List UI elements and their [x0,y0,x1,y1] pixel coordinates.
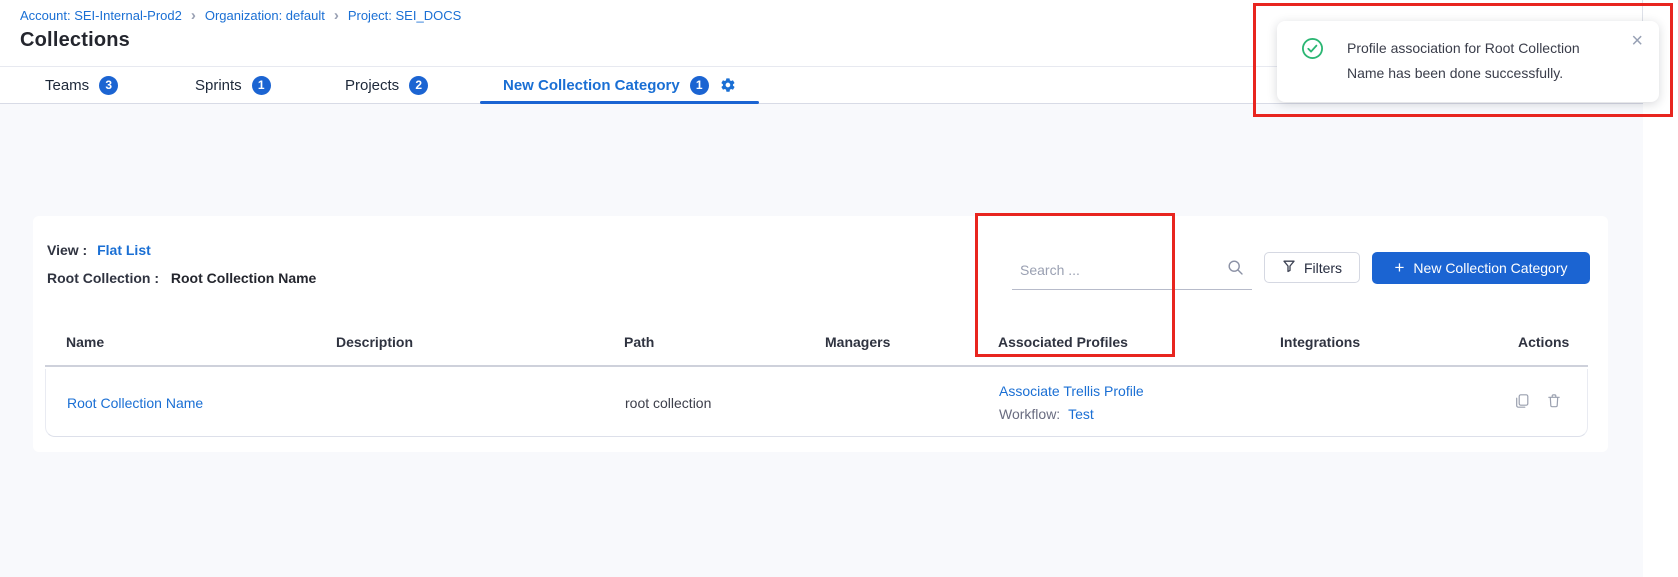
tab-sprints[interactable]: Sprints 1 [195,67,271,103]
close-icon[interactable]: × [1631,30,1643,52]
toast-message-line2: Name has been done successfully. [1347,61,1599,86]
workflow-label: Workflow: [999,406,1060,422]
breadcrumb-organization-link[interactable]: Organization: default [205,8,325,23]
column-header-path: Path [603,334,804,350]
chevron-right-icon: › [334,9,339,22]
funnel-icon [1282,259,1296,276]
cell-description [316,369,604,436]
search-box [1012,256,1252,290]
count-badge: 1 [690,76,709,95]
tab-teams[interactable]: Teams 3 [45,67,118,103]
workflow-line: Workflow: Test [999,406,1094,422]
breadcrumb: Account: SEI-Internal-Prod2 › Organizati… [20,8,461,23]
cell-name: Root Collection Name [46,369,316,436]
collections-panel: View : Flat List Root Collection : Root … [33,216,1608,452]
table-header-row: Name Description Path Managers Associate… [45,319,1588,367]
cell-actions [1498,369,1589,436]
column-header-name: Name [45,334,315,350]
cell-integrations [1260,369,1498,436]
toast-message-line1: Profile association for Root Collection [1347,36,1599,61]
search-input[interactable] [1012,262,1227,284]
filters-label: Filters [1304,260,1342,276]
magnifier-icon [1227,259,1244,281]
root-collection-value: Root Collection Name [171,270,316,286]
gear-icon[interactable] [720,77,736,93]
delete-button[interactable] [1546,393,1562,412]
cell-associated-profiles: Associate Trellis Profile Workflow: Test [978,369,1260,436]
new-collection-category-button[interactable]: + New Collection Category [1372,252,1590,284]
flat-list-link[interactable]: Flat List [97,242,151,258]
column-header-associated-profiles: Associated Profiles [977,334,1259,350]
count-badge: 1 [252,76,271,95]
check-circle-icon [1301,37,1324,65]
root-collection-line: Root Collection : Root Collection Name [47,270,316,286]
chevron-right-icon: › [191,9,196,22]
tab-label: Projects [345,77,399,94]
column-header-managers: Managers [804,334,977,350]
toast-message: Profile association for Root Collection … [1347,36,1599,86]
trash-icon [1546,393,1562,412]
screen: Account: SEI-Internal-Prod2 › Organizati… [0,0,1678,577]
count-badge: 3 [99,76,118,95]
tab-new-collection-category[interactable]: New Collection Category 1 [480,67,759,103]
tab-label: Sprints [195,77,242,94]
tab-label: Teams [45,77,89,94]
copy-icon [1514,393,1530,412]
tab-projects[interactable]: Projects 2 [345,67,428,103]
content-background: View : Flat List Root Collection : Root … [0,104,1643,577]
column-header-actions: Actions [1497,334,1588,350]
tab-label: New Collection Category [503,77,680,94]
table-row: Root Collection Name root collection Ass… [45,369,1588,437]
new-collection-category-label: New Collection Category [1413,260,1567,276]
breadcrumb-project-link[interactable]: Project: SEI_DOCS [348,8,461,23]
root-collection-name-link[interactable]: Root Collection Name [67,395,203,411]
copy-button[interactable] [1514,393,1530,412]
success-toast: Profile association for Root Collection … [1277,21,1659,102]
associate-trellis-profile-link[interactable]: Associate Trellis Profile [999,383,1144,399]
cell-path: root collection [604,369,805,436]
view-label: View : [47,242,87,258]
column-header-integrations: Integrations [1259,334,1497,350]
column-header-description: Description [315,334,603,350]
cell-managers [805,369,978,436]
page-title: Collections [20,29,130,52]
root-collection-label: Root Collection : [47,270,159,286]
filters-button[interactable]: Filters [1264,252,1360,283]
view-selector: View : Flat List [47,242,151,258]
breadcrumb-account-link[interactable]: Account: SEI-Internal-Prod2 [20,8,182,23]
workflow-test-link[interactable]: Test [1068,406,1094,422]
count-badge: 2 [409,76,428,95]
plus-icon: + [1394,260,1404,276]
